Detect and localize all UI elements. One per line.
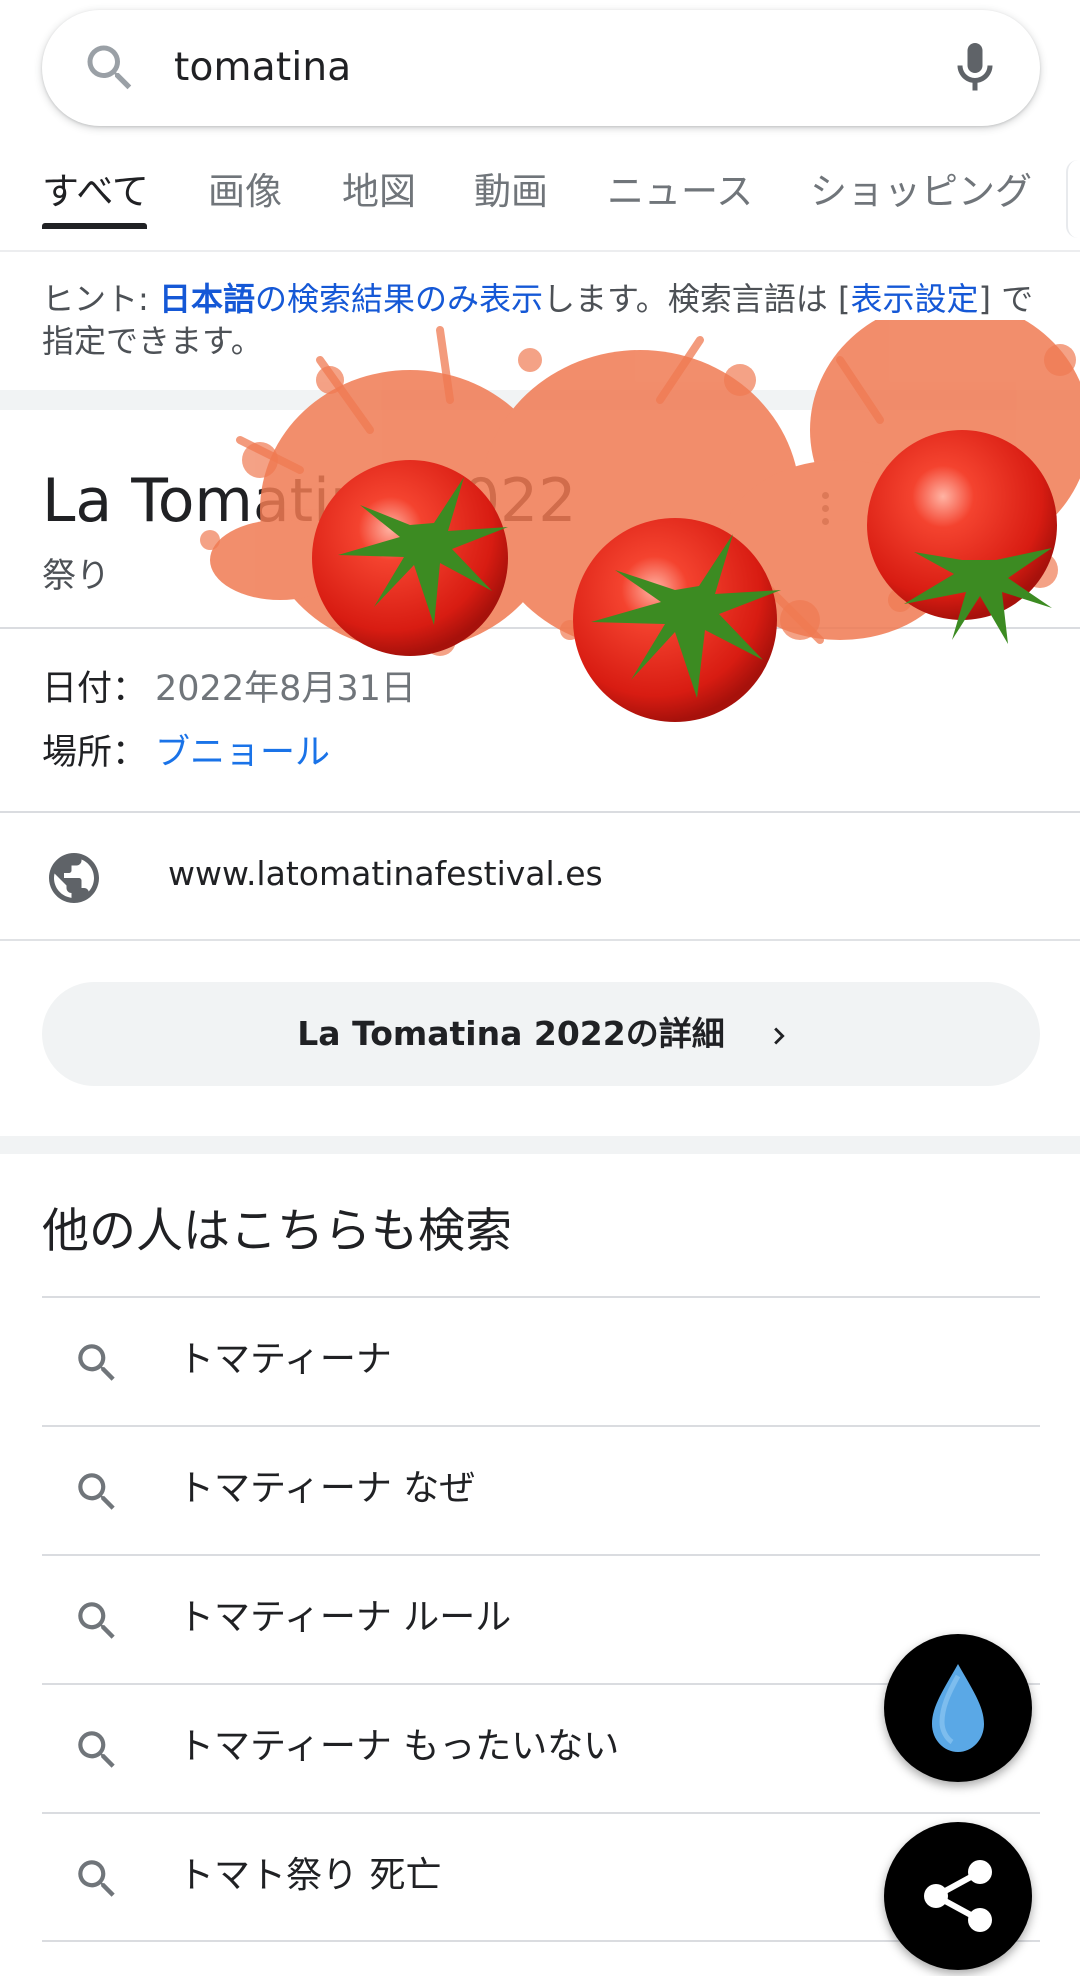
hint-results-link[interactable]: の検索結果のみ表示 [255,280,543,318]
divider [0,250,1080,252]
search-icon [78,1731,115,1768]
divider [0,811,1080,813]
date-label: 日付： [42,669,148,709]
related-search-text: トマティーナ [178,1339,392,1380]
water-drop-icon [932,1664,984,1752]
place-row: 場所： ブニョール [42,730,330,776]
place-link[interactable]: ブニョール [155,733,330,773]
chevron-right-icon [774,1027,785,1045]
related-search-text: トマティーナ もったいない [178,1726,620,1767]
globe-icon [49,853,99,903]
related-search-text: トマティーナ ルール [178,1597,512,1638]
section-separator [0,390,1080,410]
tab-news[interactable]: ニュース [607,168,753,216]
related-search-text: トマト祭り 死亡 [178,1855,442,1896]
section-separator [0,1136,1080,1154]
divider [0,627,1080,629]
share-icon [924,1860,992,1932]
website-link[interactable]: www.latomatinafestival.es [168,851,603,897]
related-search-item[interactable]: トマティーナ [42,1296,1040,1426]
search-bar[interactable]: tomatina [42,10,1040,126]
tab-shopping[interactable]: ショッピング [810,168,1032,216]
microphone-icon[interactable] [945,36,1005,100]
hint-prefix: ヒント: [42,280,159,318]
tab-maps[interactable]: 地図 [342,168,416,216]
tab-images[interactable]: 画像 [208,168,282,216]
tabs-scroll-edge [1066,160,1080,238]
search-tabs: すべて 画像 地図 動画 ニュース ショッピング [0,150,1080,250]
search-icon [87,45,132,90]
hint-settings-link[interactable]: 表示設定 [850,280,978,318]
language-hint: ヒント: 日本語の検索結果のみ表示します。検索言語は [表示設定] で指定できま… [42,278,1052,362]
share-button[interactable] [884,1822,1032,1970]
search-input[interactable]: tomatina [174,44,351,92]
water-drop-button[interactable] [884,1634,1032,1782]
divider [0,939,1080,941]
knowledge-panel-title: La Tomatina 2022 [42,466,577,536]
hint-middle: します。検索言語は [ [543,280,851,318]
related-searches-title: 他の人はこちらも検索 [42,1204,512,1259]
search-icon [78,1344,115,1381]
active-tab-indicator [42,223,147,229]
tab-all[interactable]: すべて [42,168,149,216]
place-label: 場所： [42,733,148,773]
search-icon [78,1860,115,1897]
related-search-item[interactable]: トマティーナ なぜ [42,1425,1040,1555]
hint-language-link[interactable]: 日本語 [159,280,255,318]
details-button[interactable]: La Tomatina 2022の詳細 [42,982,1040,1086]
details-button-label: La Tomatina 2022の詳細 [297,1014,725,1053]
knowledge-panel-subtitle: 祭り [42,556,110,596]
search-icon [78,1602,115,1639]
search-icon [78,1473,115,1510]
tab-videos[interactable]: 動画 [474,168,548,216]
date-value: 2022年8月31日 [155,669,416,709]
date-row: 日付： 2022年8月31日 [42,666,416,712]
more-vert-icon[interactable] [815,492,835,538]
related-search-text: トマティーナ なぜ [178,1468,476,1509]
